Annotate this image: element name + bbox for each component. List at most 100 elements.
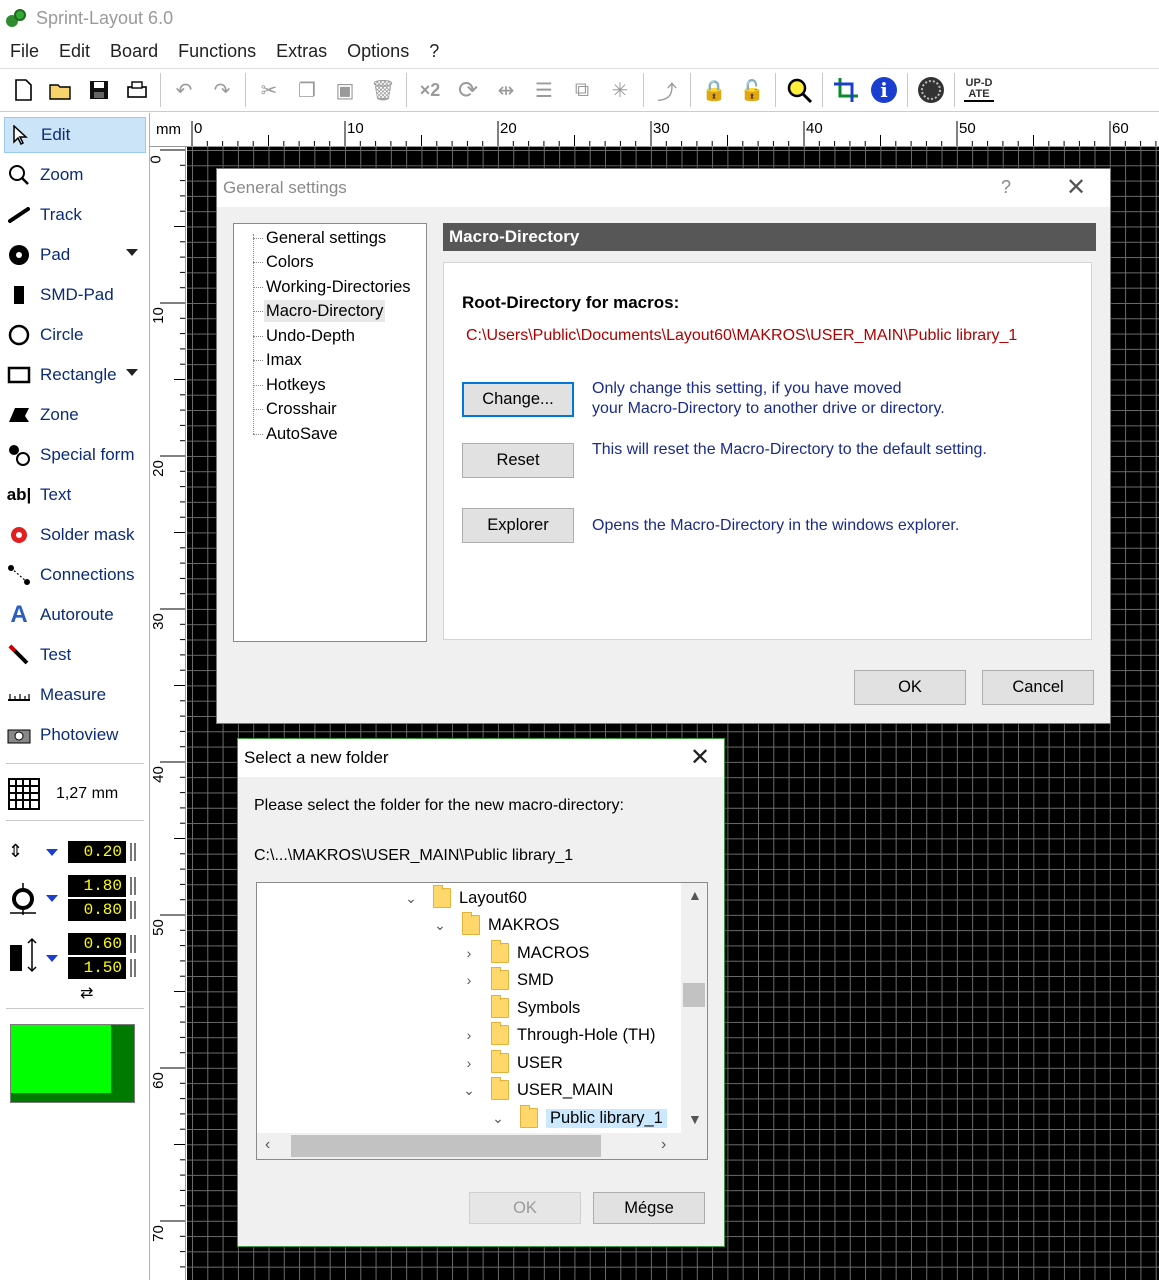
scroll-thumb[interactable] [291,1135,601,1157]
chevron-down-icon[interactable]: ⌄ [432,917,448,934]
undo-icon[interactable]: ↶ [165,71,203,109]
menu-board[interactable]: Board [100,41,168,62]
info-icon[interactable]: i [865,71,903,109]
search-icon[interactable] [780,71,818,109]
layer-color-swatch[interactable] [10,1024,135,1103]
chevron-down-icon[interactable]: ⌄ [461,1082,477,1099]
open-folder-icon[interactable] [42,71,80,109]
tool-text[interactable]: ab| Text [4,477,146,513]
rotate-icon[interactable]: ⟳ [449,71,487,109]
chevron-down-icon[interactable] [46,955,58,962]
pad-inner-input[interactable]: 0.80 [68,899,126,921]
help-button[interactable]: ? [1001,177,1011,198]
chevron-down-icon[interactable] [126,369,138,376]
tool-zone[interactable]: Zone [4,397,146,433]
ok-button[interactable]: OK [469,1192,581,1224]
tree-item-hotkeys[interactable]: Hotkeys [264,374,328,396]
cut-icon[interactable]: ✂ [250,71,288,109]
tree-item-general-settings[interactable]: General settings [264,227,388,249]
scroll-thumb[interactable] [683,983,705,1007]
menu-options[interactable]: Options [337,41,419,62]
chevron-right-icon[interactable]: › [461,972,477,988]
gear-icon[interactable] [912,71,950,109]
scroll-up-icon[interactable]: ▲ [688,887,702,903]
redo-icon[interactable]: ↷ [203,71,241,109]
smd-width-input[interactable]: 0.60 [68,933,126,955]
chevron-right-icon[interactable]: › [461,1055,477,1071]
chevron-down-icon[interactable] [46,895,58,902]
explode-icon[interactable]: ✳ [601,71,639,109]
group-icon[interactable]: ⧉ [563,71,601,109]
update-icon[interactable]: UP-DATE [959,71,999,109]
folder-row-symbols[interactable]: Symbols [461,995,580,1021]
vertical-scrollbar[interactable]: ▲ ▼ [681,883,707,1133]
mirror-icon[interactable]: ⇹ [487,71,525,109]
swap-icon[interactable]: ⇄ [80,983,93,1003]
menu-edit[interactable]: Edit [49,41,100,62]
menu-file[interactable]: File [0,41,49,62]
ok-button[interactable]: OK [854,670,966,705]
scroll-left-icon[interactable]: ‹ [265,1136,270,1154]
crop-icon[interactable] [827,71,865,109]
route-icon[interactable]: ⤴ [648,71,686,109]
reset-button[interactable]: Reset [462,443,574,478]
track-width-input[interactable]: 0.20 [68,841,126,863]
folder-row-layout60[interactable]: ⌄ Layout60 [403,885,527,911]
duplicate-x2-icon[interactable]: ×2 [411,71,449,109]
scroll-down-icon[interactable]: ▼ [688,1111,702,1127]
tree-item-autosave[interactable]: AutoSave [264,423,340,445]
spin-grip[interactable] [130,843,136,861]
tool-rectangle[interactable]: Rectangle [4,357,146,393]
tree-item-undo-depth[interactable]: Undo-Depth [264,325,357,347]
close-icon[interactable]: ✕ [1066,173,1086,202]
tool-solder-mask[interactable]: Solder mask [4,517,146,553]
print-icon[interactable] [118,71,156,109]
tree-item-imax[interactable]: Imax [264,349,304,371]
menu-help[interactable]: ? [419,41,449,62]
chevron-right-icon[interactable]: › [461,1027,477,1043]
tool-special-form[interactable]: Special form [4,437,146,473]
chevron-right-icon[interactable]: › [461,945,477,961]
folder-row-user-main[interactable]: ⌄ USER_MAIN [461,1077,613,1103]
tool-photoview[interactable]: Photoview [4,717,146,753]
tree-item-colors[interactable]: Colors [264,251,316,273]
spin-grip[interactable] [130,959,136,977]
copy-icon[interactable]: ❐ [288,71,326,109]
close-icon[interactable]: ✕ [690,743,710,772]
chevron-down-icon[interactable] [46,849,58,856]
tool-measure[interactable]: Measure [4,677,146,713]
tree-item-working-directories[interactable]: Working-Directories [264,276,413,298]
folder-row-through-hole[interactable]: › Through-Hole (TH) [461,1022,655,1048]
tool-autoroute[interactable]: A Autoroute [4,597,146,633]
menu-functions[interactable]: Functions [168,41,266,62]
menu-extras[interactable]: Extras [266,41,337,62]
scroll-right-icon[interactable]: › [661,1136,666,1154]
new-file-icon[interactable] [4,71,42,109]
folder-row-smd[interactable]: › SMD [461,967,554,993]
grid-selector[interactable]: 1,27 mm [8,777,142,811]
tool-connections[interactable]: Connections [4,557,146,593]
chevron-down-icon[interactable]: ⌄ [403,890,419,907]
align-icon[interactable]: ☰ [525,71,563,109]
explorer-button[interactable]: Explorer [462,508,574,543]
pad-outer-input[interactable]: 1.80 [68,875,126,897]
smd-height-input[interactable]: 1.50 [68,957,126,979]
tool-test[interactable]: Test [4,637,146,673]
paste-icon[interactable]: ▣ [326,71,364,109]
delete-icon[interactable]: 🗑 [364,71,402,109]
tool-edit[interactable]: Edit [4,117,146,153]
lock-icon[interactable]: 🔒 [695,71,733,109]
change-button[interactable]: Change... [462,382,574,417]
tree-item-macro-directory[interactable]: Macro-Directory [264,300,386,322]
chevron-down-icon[interactable]: ⌄ [490,1110,506,1127]
cancel-button[interactable]: Cancel [982,670,1094,705]
tool-smd-pad[interactable]: SMD-Pad [4,277,146,313]
tool-track[interactable]: Track [4,197,146,233]
save-icon[interactable] [80,71,118,109]
unlock-icon[interactable]: 🔓 [733,71,771,109]
cancel-button[interactable]: Mégse [593,1192,705,1224]
chevron-down-icon[interactable] [126,249,138,256]
tool-zoom[interactable]: Zoom [4,157,146,193]
horizontal-scrollbar[interactable]: ‹ › [257,1133,683,1159]
spin-grip[interactable] [130,935,136,953]
